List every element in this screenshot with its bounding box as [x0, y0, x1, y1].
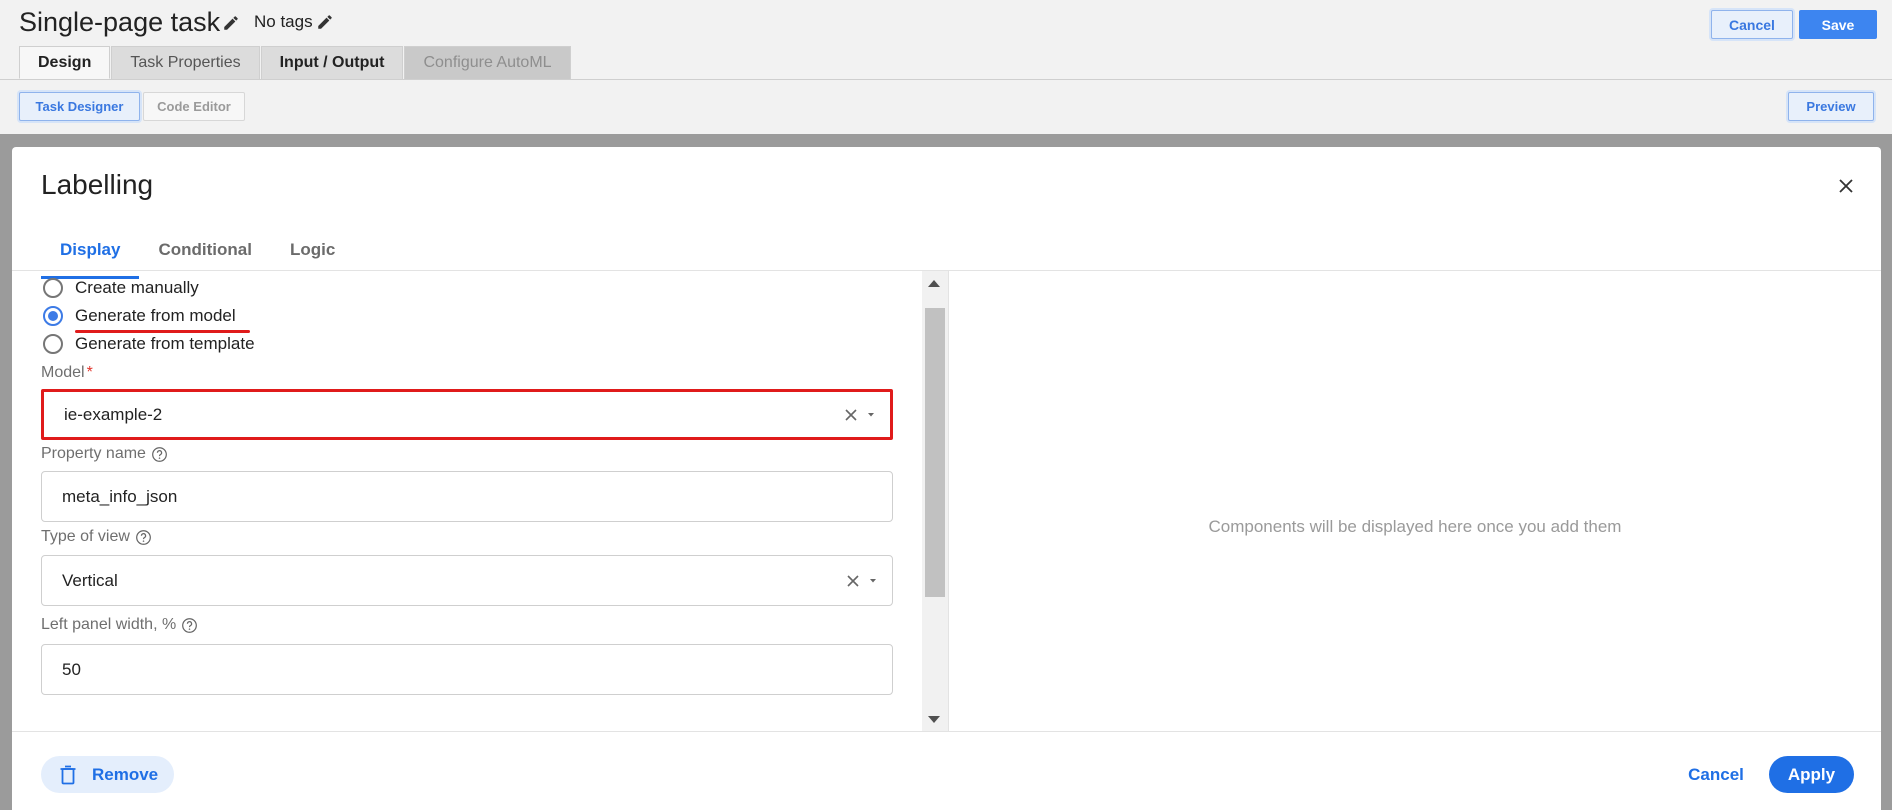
- left-panel-width-label-text: Left panel width, %: [41, 616, 177, 633]
- radio-button[interactable]: [43, 334, 63, 354]
- property-name-label-text: Property name: [41, 445, 146, 462]
- form-scrollbar[interactable]: [922, 271, 948, 731]
- scroll-up-arrow-icon[interactable]: [928, 280, 940, 287]
- chevron-down-icon[interactable]: [866, 412, 876, 418]
- cancel-button[interactable]: Cancel: [1711, 10, 1793, 39]
- radio-label: Generate from template: [75, 334, 255, 353]
- dialog-title: Labelling: [41, 169, 154, 200]
- scroll-thumb[interactable]: [925, 308, 945, 597]
- trash-icon: [60, 765, 76, 784]
- tags-label: No tags: [254, 12, 313, 31]
- remove-label: Remove: [92, 764, 159, 784]
- chevron-down-icon[interactable]: [868, 578, 878, 584]
- left-panel-width-input[interactable]: 50: [41, 644, 893, 695]
- footer-divider: [12, 731, 1881, 732]
- tab-design[interactable]: Design: [19, 46, 111, 79]
- help-icon[interactable]: [151, 446, 168, 463]
- edit-tags-pencil-icon[interactable]: [316, 13, 334, 31]
- help-icon[interactable]: [135, 529, 152, 546]
- labelling-dialog: Labelling Display Conditional Logic Crea…: [12, 147, 1881, 810]
- radio-button[interactable]: [43, 278, 63, 298]
- type-of-view-value: Vertical: [62, 570, 118, 590]
- radio-button[interactable]: [43, 306, 63, 326]
- property-name-input[interactable]: meta_info_json: [41, 471, 893, 522]
- tab-input-output[interactable]: Input / Output: [260, 46, 404, 79]
- tab-task-properties[interactable]: Task Properties: [111, 46, 260, 79]
- properties-form: Create manually Generate from model Gene…: [12, 271, 948, 731]
- task-title: Single-page task: [19, 7, 221, 37]
- edit-title-pencil-icon[interactable]: [222, 14, 240, 32]
- help-icon[interactable]: [181, 617, 198, 634]
- code-editor-button[interactable]: Code Editor: [143, 92, 245, 121]
- type-of-view-label: Type of view: [41, 528, 152, 546]
- radio-create-manually[interactable]: Create manually: [43, 276, 199, 300]
- preview-button[interactable]: Preview: [1788, 92, 1874, 121]
- radio-generate-from-template[interactable]: Generate from template: [43, 332, 255, 356]
- clear-icon[interactable]: [844, 408, 858, 422]
- type-of-view-label-text: Type of view: [41, 528, 130, 545]
- components-preview: Components will be displayed here once y…: [949, 271, 1881, 731]
- left-panel-width-value: 50: [62, 659, 81, 679]
- close-icon[interactable]: [1834, 174, 1858, 198]
- required-mark: *: [86, 364, 93, 381]
- model-label-text: Model: [41, 364, 85, 381]
- apply-button[interactable]: Apply: [1769, 756, 1854, 793]
- empty-preview-message: Components will be displayed here once y…: [1208, 517, 1622, 536]
- clear-icon[interactable]: [846, 574, 860, 588]
- top-header: Single-page task No tags Cancel Save: [0, 0, 1892, 46]
- remove-button[interactable]: Remove: [41, 756, 174, 793]
- dialog-cancel-button[interactable]: Cancel: [1676, 756, 1756, 793]
- tab-configure-automl: Configure AutoML: [404, 46, 571, 79]
- model-select-value: ie-example-2: [64, 404, 163, 424]
- main-tabs: Design Task Properties Input / Output Co…: [19, 46, 572, 79]
- radio-label: Create manually: [75, 278, 199, 297]
- save-button[interactable]: Save: [1799, 10, 1877, 39]
- model-label: Model *: [41, 364, 93, 382]
- property-name-label: Property name: [41, 445, 168, 463]
- scroll-down-arrow-icon[interactable]: [928, 716, 940, 723]
- radio-generate-from-model[interactable]: Generate from model: [43, 304, 236, 328]
- radio-label: Generate from model: [75, 306, 236, 325]
- type-of-view-select[interactable]: Vertical: [41, 555, 893, 606]
- model-select[interactable]: ie-example-2: [41, 389, 893, 440]
- left-panel-width-label: Left panel width, %: [41, 616, 198, 634]
- designer-toolbar: Task Designer Code Editor Preview: [0, 80, 1892, 134]
- task-designer-button[interactable]: Task Designer: [19, 92, 140, 121]
- property-name-value: meta_info_json: [62, 486, 178, 506]
